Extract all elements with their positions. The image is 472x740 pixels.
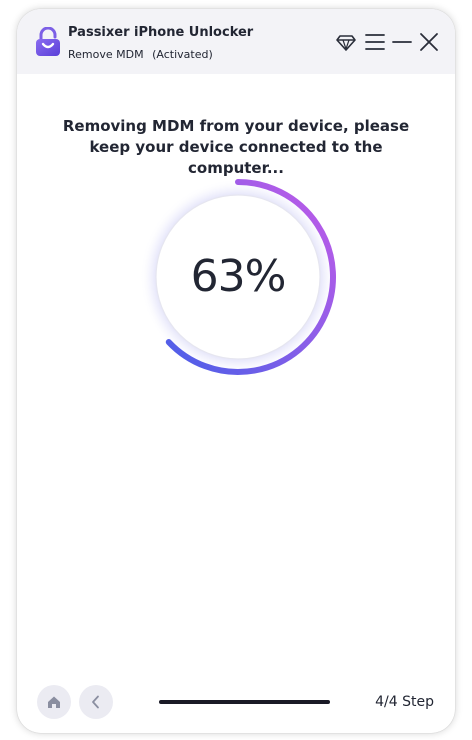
back-icon [92,695,99,709]
back-button[interactable] [79,685,113,719]
home-button[interactable] [37,685,71,719]
app-title: Passixer iPhone Unlocker [68,25,254,40]
home-icon [48,696,60,708]
activation-status: (Activated) [152,48,213,61]
lock-logo-icon [36,27,60,56]
progress-percent: 63% [190,251,287,302]
step-label: 4/4 Step [375,694,434,710]
status-message: Removing MDM from your device, please ke… [62,117,410,177]
minimize-icon[interactable] [391,31,413,53]
menu-icon[interactable] [364,31,386,53]
diamond-icon[interactable] [335,31,357,53]
step-progress-bar [159,700,330,704]
title-bar: Passixer iPhone Unlocker Remove MDM (Act… [17,9,455,74]
close-icon[interactable] [418,31,440,53]
app-window: Passixer iPhone Unlocker Remove MDM (Act… [17,9,455,733]
progress-indicator: 63% [138,177,338,377]
mode-label: Remove MDM [68,48,144,61]
app-subtitle: Remove MDM (Activated) [68,48,213,61]
